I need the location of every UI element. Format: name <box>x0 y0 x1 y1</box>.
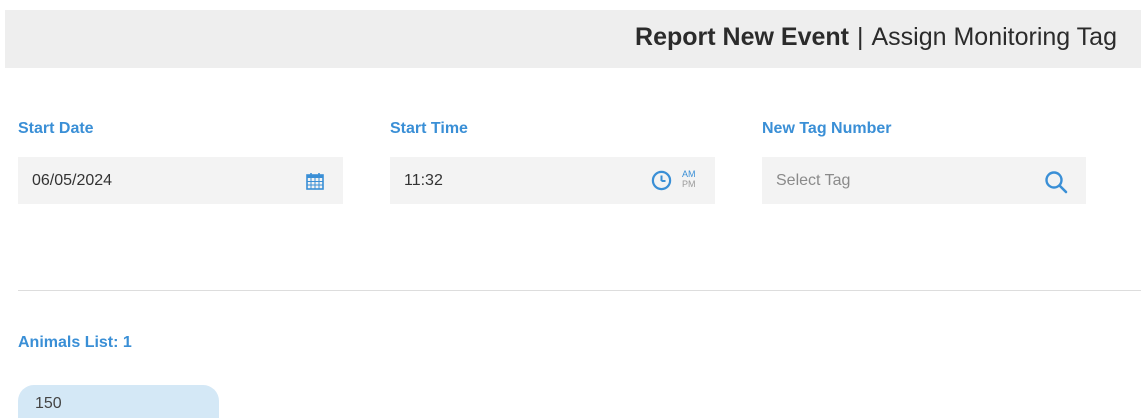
animal-chip-label: 150 <box>35 395 62 412</box>
assign-tag-page: Report New Event | Assign Monitoring Tag S… <box>0 0 1141 418</box>
am-toggle[interactable]: AM <box>682 169 696 179</box>
select-tag-placeholder: Select Tag <box>776 172 851 189</box>
start-time-label: Start Time <box>390 120 468 137</box>
clock-icon[interactable] <box>651 170 672 191</box>
start-date-value: 06/05/2024 <box>32 172 113 189</box>
page-title: Report New Event | Assign Monitoring Tag <box>635 10 1117 68</box>
search-icon[interactable] <box>1044 170 1068 194</box>
start-time-field[interactable]: 11:32 AM PM <box>390 157 715 204</box>
new-tag-number-label: New Tag Number <box>762 120 892 137</box>
pm-toggle[interactable]: PM <box>682 179 696 189</box>
animal-chip[interactable]: 150 <box>18 385 219 418</box>
new-tag-number-field[interactable]: Select Tag <box>762 157 1086 204</box>
animals-list-label: Animals List: 1 <box>18 334 132 351</box>
page-title-sub: Assign Monitoring Tag <box>871 23 1117 51</box>
title-separator: | <box>856 23 864 51</box>
calendar-icon[interactable] <box>306 172 324 190</box>
start-date-label: Start Date <box>18 120 94 137</box>
section-divider <box>18 290 1141 291</box>
start-date-field[interactable]: 06/05/2024 <box>18 157 343 204</box>
start-time-value: 11:32 <box>404 172 443 189</box>
page-header: Report New Event | Assign Monitoring Tag <box>5 10 1141 68</box>
page-title-main: Report New Event <box>635 23 849 51</box>
